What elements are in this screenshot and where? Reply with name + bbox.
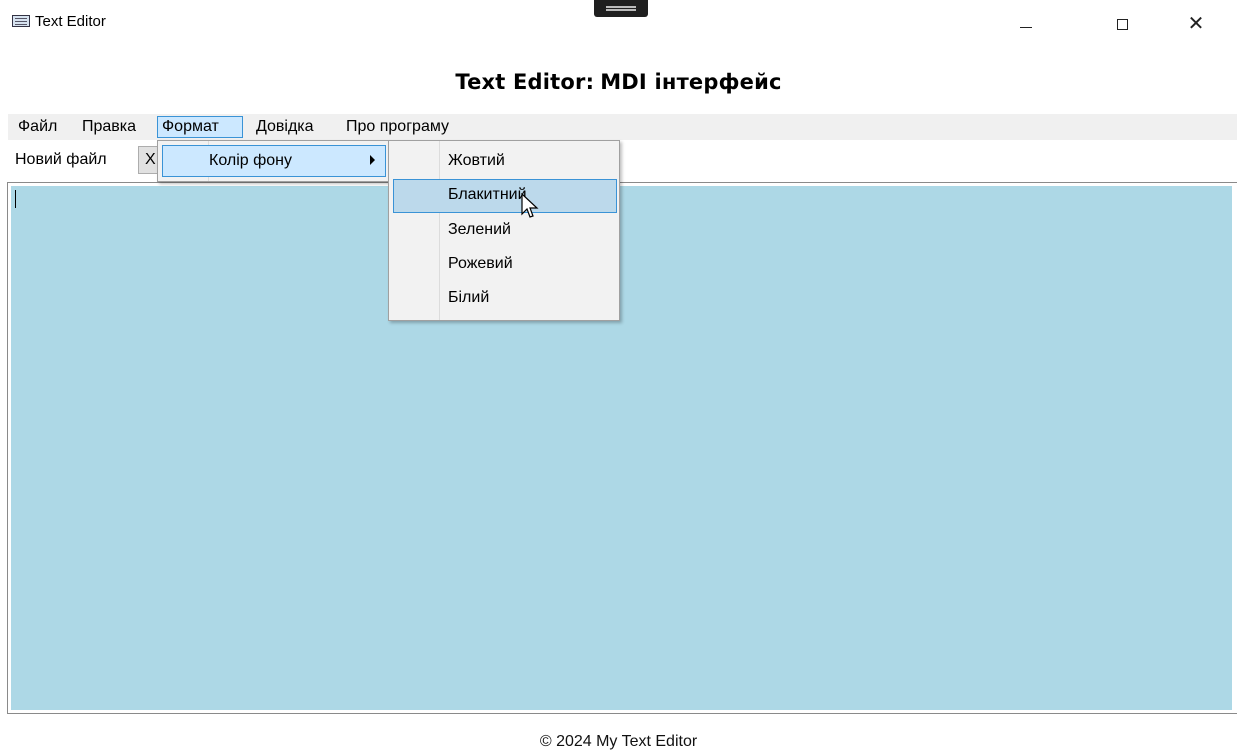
text-area[interactable]	[11, 186, 1232, 710]
page-title-prefix: Text Editor:	[455, 70, 595, 94]
minimize-button[interactable]	[1003, 8, 1049, 40]
menu-help[interactable]: Довідка	[252, 116, 318, 138]
new-file-button[interactable]: Новий файл	[8, 146, 132, 174]
menu-item-white[interactable]: Білий	[393, 282, 617, 316]
menu-item-label: Жовтий	[448, 152, 505, 169]
menu-item-green[interactable]: Зелений	[393, 214, 617, 248]
menu-edit[interactable]: Правка	[78, 116, 140, 138]
text-caret	[15, 190, 16, 208]
menu-item-label: Колір фону	[209, 152, 292, 169]
menu-file[interactable]: Файл	[14, 116, 61, 138]
menu-item-light-blue[interactable]: Блакитний	[393, 179, 617, 213]
menu-item-pink[interactable]: Рожевий	[393, 248, 617, 282]
menu-item-label: Білий	[448, 289, 490, 306]
app-icon	[12, 15, 30, 27]
window-title: Text Editor	[35, 13, 106, 30]
menu-item-yellow[interactable]: Жовтий	[393, 145, 617, 179]
mouse-cursor-icon	[521, 193, 539, 218]
drag-handle[interactable]	[594, 0, 648, 17]
maximize-icon	[1116, 18, 1128, 30]
menu-item-label: Рожевий	[448, 255, 513, 272]
page-title-suffix: MDI інтерфейс	[600, 70, 782, 94]
menu-format[interactable]: Формат	[157, 116, 243, 138]
menu-item-background-color[interactable]: Колір фону	[162, 145, 386, 177]
menu-item-label: Зелений	[448, 221, 511, 238]
menu-bar: Файл Правка Формат Довідка Про програму	[8, 114, 1237, 140]
footer-copyright: © 2024 My Text Editor	[539, 733, 698, 750]
close-button[interactable]: ✕	[1173, 8, 1219, 40]
close-icon: ✕	[1187, 13, 1205, 35]
minimize-icon	[1020, 26, 1032, 28]
title-bar: Text Editor ✕	[0, 0, 1237, 46]
maximize-button[interactable]	[1099, 8, 1145, 40]
submenu-arrow-icon	[370, 155, 375, 165]
background-color-submenu: Жовтий Блакитний Зелений Рожевий Білий	[388, 140, 620, 321]
menu-item-label: Блакитний	[448, 186, 527, 203]
menu-about[interactable]: Про програму	[342, 116, 453, 138]
format-dropdown: Колір фону	[157, 140, 389, 182]
page-title: Text Editor: MDI інтерфейс	[0, 70, 1237, 94]
